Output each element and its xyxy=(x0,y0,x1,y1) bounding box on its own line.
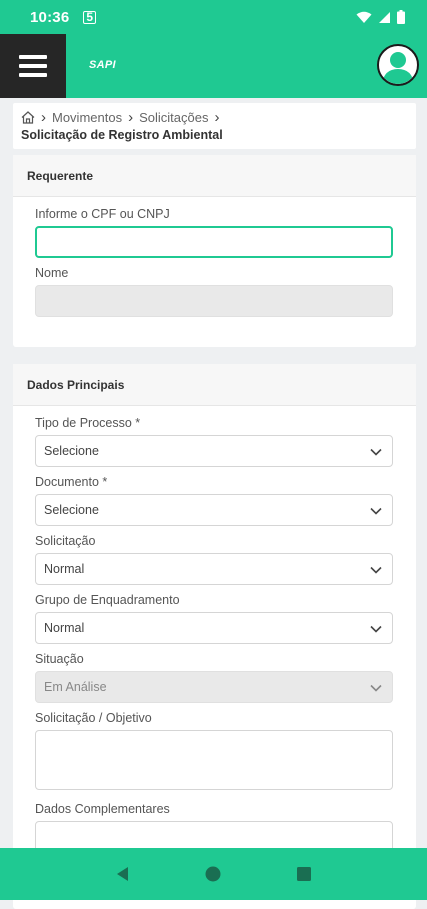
solicitacao-label: Solicitação xyxy=(35,534,96,548)
dados-principais-header: Dados Principais xyxy=(13,364,416,406)
chevron-down-icon xyxy=(370,566,382,574)
complementares-label: Dados Complementares xyxy=(35,802,170,816)
objetivo-label: Solicitação / Objetivo xyxy=(35,711,152,725)
cpf-label: Informe o CPF ou CNPJ xyxy=(35,207,170,221)
status-bar: 10:36 5 xyxy=(0,0,427,34)
user-avatar-button[interactable] xyxy=(377,44,419,86)
breadcrumb: › Movimentos › Solicitações › Solicitaçã… xyxy=(13,103,416,149)
grupo-enquadramento-select[interactable]: Normal xyxy=(35,612,393,644)
documento-label: Documento * xyxy=(35,475,108,489)
solicitacao-select[interactable]: Normal xyxy=(35,553,393,585)
tipo-processo-value: Selecione xyxy=(44,444,99,458)
home-circle-icon[interactable] xyxy=(205,866,221,882)
status-icons xyxy=(356,10,405,24)
objetivo-textarea[interactable] xyxy=(35,730,393,790)
chevron-down-icon xyxy=(370,448,382,456)
requerente-card: Requerente Informe o CPF ou CNPJ Nome xyxy=(13,155,416,347)
app-bar: SAPI xyxy=(0,34,427,98)
requerente-header: Requerente xyxy=(13,155,416,197)
situacao-value: Em Análise xyxy=(44,680,107,694)
status-time: 10:36 xyxy=(30,8,70,26)
tipo-processo-label: Tipo de Processo * xyxy=(35,416,141,430)
recents-icon[interactable] xyxy=(296,866,312,882)
brand-logo: SAPI xyxy=(89,59,116,71)
dados-principais-card: Dados Principais Tipo de Processo * Sele… xyxy=(13,364,416,909)
requerente-body: Informe o CPF ou CNPJ Nome xyxy=(13,197,416,341)
documento-value: Selecione xyxy=(44,503,99,517)
battery-icon xyxy=(397,10,405,24)
page-title: Solicitação de Registro Ambiental xyxy=(21,128,223,142)
grupo-label: Grupo de Enquadramento xyxy=(35,593,180,607)
solicitacao-value: Normal xyxy=(44,562,85,576)
breadcrumb-item-solicitacoes[interactable]: Solicitações xyxy=(139,110,208,125)
chevron-right-icon: › xyxy=(128,109,134,126)
back-icon[interactable] xyxy=(115,866,131,882)
breadcrumb-path: › Movimentos › Solicitações › xyxy=(21,109,408,126)
sim-card-icon: 5 xyxy=(83,10,97,24)
situacao-label: Situação xyxy=(35,652,84,666)
hamburger-menu-button[interactable] xyxy=(0,34,66,98)
chevron-down-icon xyxy=(370,507,382,515)
menu-line xyxy=(19,64,47,68)
menu-line xyxy=(19,55,47,59)
grupo-value: Normal xyxy=(44,621,85,635)
nome-field xyxy=(35,285,393,317)
situacao-select: Em Análise xyxy=(35,671,393,703)
documento-select[interactable]: Selecione xyxy=(35,494,393,526)
user-icon xyxy=(382,52,414,84)
menu-line xyxy=(19,73,47,77)
main-content: › Movimentos › Solicitações › Solicitaçã… xyxy=(13,103,416,909)
cpf-cnpj-input[interactable] xyxy=(35,226,393,258)
system-nav-bar xyxy=(0,848,427,900)
tipo-processo-select[interactable]: Selecione xyxy=(35,435,393,467)
home-icon[interactable] xyxy=(21,111,35,124)
signal-icon xyxy=(379,11,390,23)
wifi-icon xyxy=(356,11,372,23)
breadcrumb-item-movimentos[interactable]: Movimentos xyxy=(52,110,122,125)
chevron-right-icon: › xyxy=(214,109,220,126)
dados-principais-body: Tipo de Processo * Selecione Documento *… xyxy=(13,406,416,909)
chevron-down-icon xyxy=(370,625,382,633)
chevron-down-icon xyxy=(370,684,382,692)
nome-label: Nome xyxy=(35,266,69,280)
chevron-right-icon: › xyxy=(41,109,46,126)
